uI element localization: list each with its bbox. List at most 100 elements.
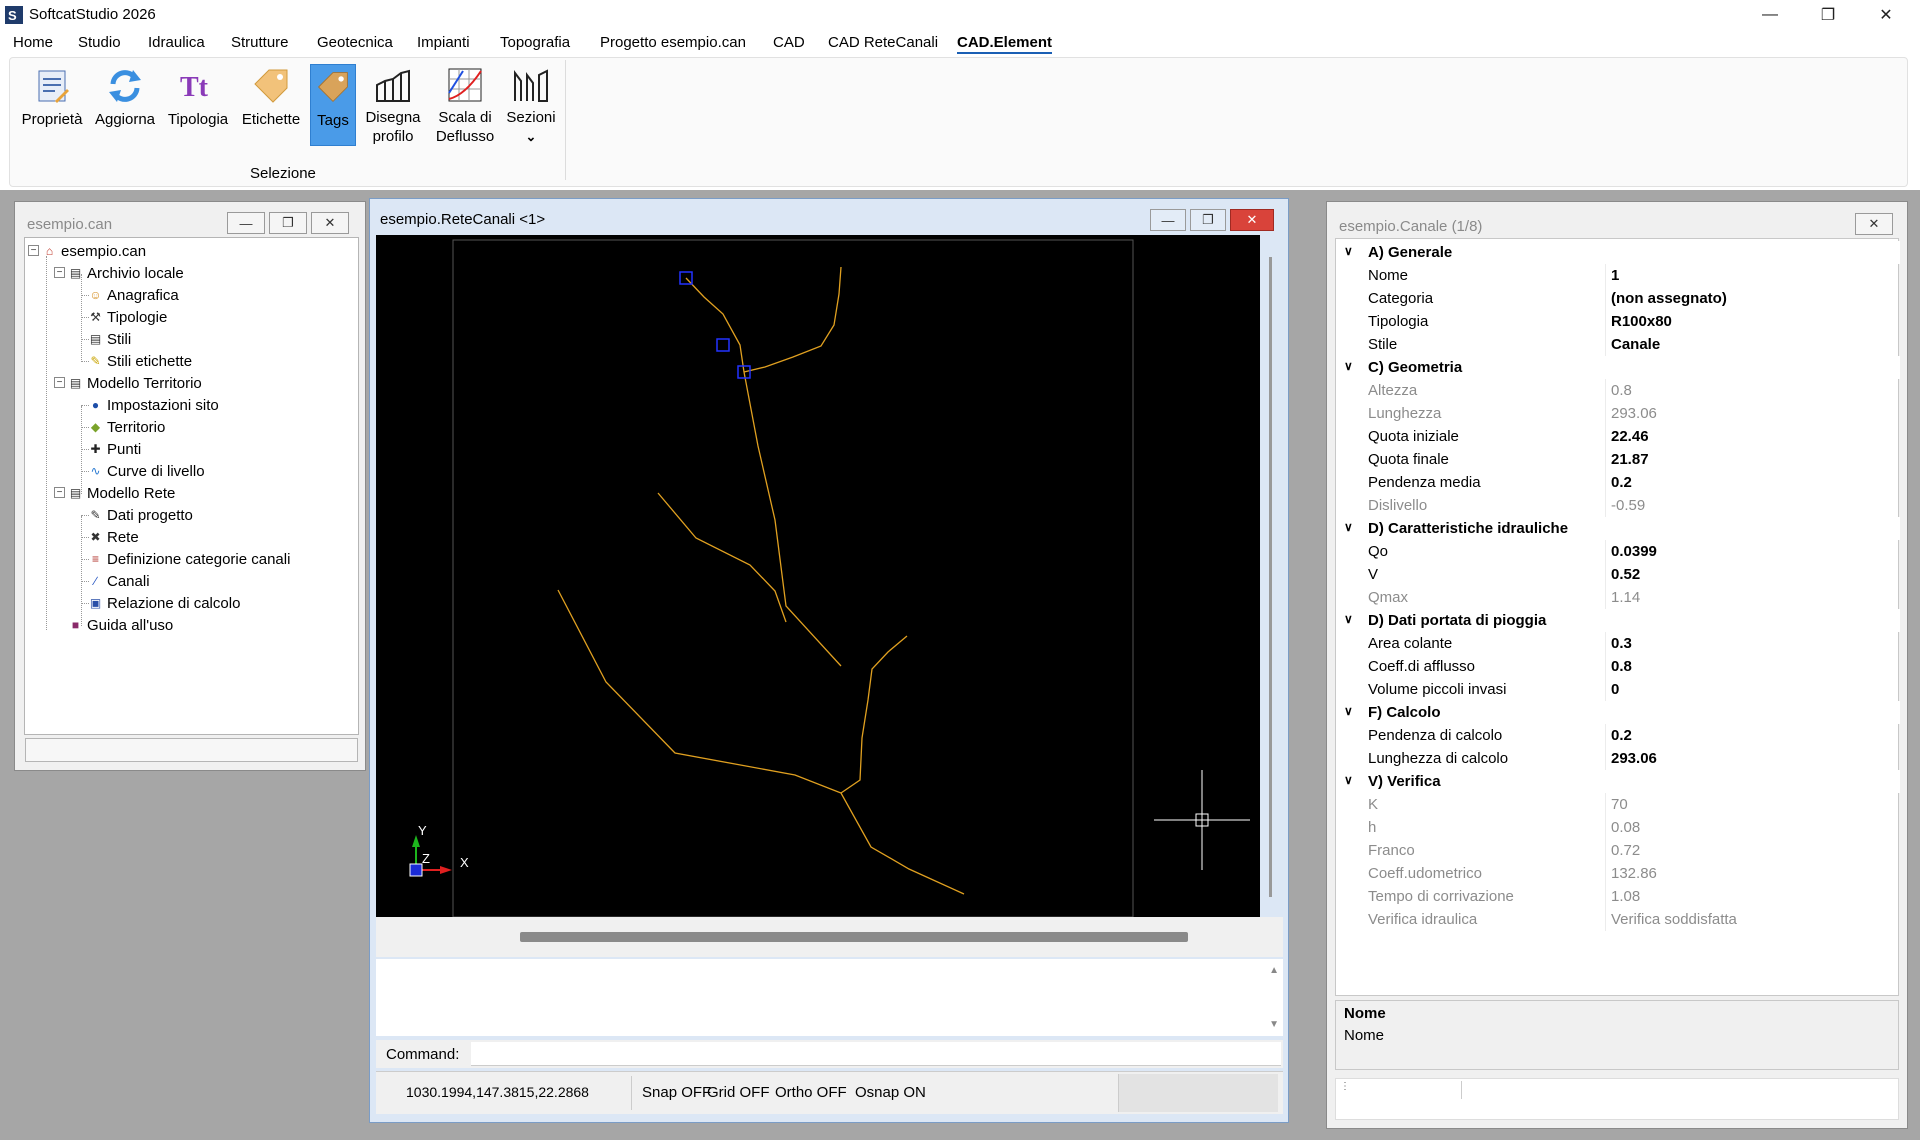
- labels-button[interactable]: Etichette: [238, 64, 304, 146]
- tree-collapse-toggle[interactable]: −: [54, 267, 65, 278]
- close-button[interactable]: ✕: [1230, 209, 1274, 231]
- tree-collapse-toggle[interactable]: −: [28, 245, 39, 256]
- chevron-down-icon[interactable]: ∨: [1344, 359, 1353, 373]
- property-name: Quota iniziale: [1368, 428, 1459, 445]
- property-row[interactable]: Qo 0.0399: [1336, 540, 1900, 563]
- horizontal-scrollbar-thumb[interactable]: [520, 932, 1188, 942]
- draw-profile-button[interactable]: Disegna profilo: [360, 64, 426, 146]
- scroll-up-icon[interactable]: ▲: [1269, 965, 1279, 976]
- property-row[interactable]: Categoria (non assegnato): [1336, 287, 1900, 310]
- snap-toggle[interactable]: Snap OFF: [642, 1084, 711, 1101]
- property-row[interactable]: Nome 1: [1336, 264, 1900, 287]
- property-row[interactable]: Area colante 0.3: [1336, 632, 1900, 655]
- tree-item[interactable]: ∕ Canali: [88, 570, 149, 592]
- properties-button[interactable]: Proprietà: [20, 64, 84, 146]
- scroll-down-icon[interactable]: ▼: [1269, 1019, 1279, 1030]
- vertical-scrollbar[interactable]: [1266, 239, 1276, 919]
- property-row[interactable]: Coeff.udometrico 132.86: [1336, 862, 1900, 885]
- tree-item[interactable]: ∿ Curve di livello: [88, 460, 204, 482]
- restore-button[interactable]: ❐: [1800, 0, 1856, 30]
- property-row[interactable]: Verifica idraulica Verifica soddisfatta: [1336, 908, 1900, 931]
- menu-home[interactable]: Home: [13, 34, 53, 51]
- cad-drawing[interactable]: Y X Z: [376, 235, 1260, 918]
- property-row[interactable]: Pendenza di calcolo 0.2: [1336, 724, 1900, 747]
- command-input[interactable]: [471, 1042, 1281, 1066]
- tree-collapse-toggle[interactable]: −: [54, 487, 65, 498]
- chevron-down-icon[interactable]: ∨: [1344, 244, 1353, 258]
- menu-idraulica[interactable]: Idraulica: [148, 34, 205, 51]
- command-history[interactable]: ▲ ▼: [376, 959, 1283, 1036]
- tree-item[interactable]: ⌂ esempio.can: [42, 240, 146, 262]
- close-icon[interactable]: ✕: [1855, 213, 1893, 235]
- menu-topografia[interactable]: Topografia: [500, 34, 570, 51]
- property-category[interactable]: ∨ D) Caratteristiche idrauliche: [1336, 517, 1900, 540]
- property-row[interactable]: Franco 0.72: [1336, 839, 1900, 862]
- menu-impianti[interactable]: Impianti: [417, 34, 470, 51]
- tree-item[interactable]: ⚒ Tipologie: [88, 306, 167, 328]
- property-row[interactable]: Tempo di corrivazione 1.08: [1336, 885, 1900, 908]
- property-row[interactable]: Lunghezza di calcolo 293.06: [1336, 747, 1900, 770]
- menu-cad-element[interactable]: CAD.Element: [957, 34, 1053, 54]
- refresh-button[interactable]: Aggiorna: [92, 64, 158, 146]
- property-category[interactable]: ∨ A) Generale: [1336, 241, 1900, 264]
- property-row[interactable]: h 0.08: [1336, 816, 1900, 839]
- minimize-button[interactable]: —: [1150, 209, 1186, 231]
- property-row[interactable]: Volume piccoli invasi 0: [1336, 678, 1900, 701]
- osnap-toggle[interactable]: Osnap ON: [855, 1084, 926, 1101]
- typology-button[interactable]: Tt Tipologia: [165, 64, 231, 146]
- property-category[interactable]: ∨ C) Geometria: [1336, 356, 1900, 379]
- tree-item[interactable]: ✎ Dati progetto: [88, 504, 192, 526]
- property-category[interactable]: ∨ V) Verifica: [1336, 770, 1900, 793]
- tree-item[interactable]: ◆ Territorio: [88, 416, 165, 438]
- sections-button[interactable]: Sezioni ⌄: [500, 64, 562, 146]
- menu-cad-retecanali[interactable]: CAD ReteCanali: [828, 34, 938, 51]
- tree-item[interactable]: ▣ Relazione di calcolo: [88, 592, 241, 614]
- tree-item[interactable]: ▤ Modello Territorio: [68, 372, 202, 394]
- tree-item[interactable]: ≡ Definizione categorie canali: [88, 548, 290, 570]
- menu-cad[interactable]: CAD: [773, 34, 805, 51]
- menu-progetto[interactable]: Progetto esempio.can: [600, 34, 746, 51]
- property-row[interactable]: Lunghezza 293.06: [1336, 402, 1900, 425]
- grid-toggle[interactable]: Grid OFF: [707, 1084, 770, 1101]
- property-row[interactable]: V 0.52: [1336, 563, 1900, 586]
- tags-button[interactable]: Tags: [310, 64, 356, 146]
- minimize-button[interactable]: —: [227, 212, 265, 234]
- maximize-button[interactable]: ❐: [269, 212, 307, 234]
- property-row[interactable]: Quota iniziale 22.46: [1336, 425, 1900, 448]
- flow-scale-button[interactable]: Scala di Deflusso: [428, 64, 502, 146]
- minimize-button[interactable]: —: [1742, 0, 1798, 30]
- chevron-down-icon[interactable]: ∨: [1344, 773, 1353, 787]
- property-category[interactable]: ∨ F) Calcolo: [1336, 701, 1900, 724]
- property-row[interactable]: Dislivello -0.59: [1336, 494, 1900, 517]
- chevron-down-icon[interactable]: ∨: [1344, 704, 1353, 718]
- tree-item[interactable]: ☺ Anagrafica: [88, 284, 178, 306]
- cad-canvas[interactable]: Y X Z: [376, 235, 1260, 918]
- chevron-down-icon[interactable]: ∨: [1344, 520, 1353, 534]
- property-row[interactable]: K 70: [1336, 793, 1900, 816]
- tree-item[interactable]: ✚ Punti: [88, 438, 141, 460]
- property-row[interactable]: Tipologia R100x80: [1336, 310, 1900, 333]
- tree-item[interactable]: ● Impostazioni sito: [88, 394, 219, 416]
- property-row[interactable]: Coeff.di afflusso 0.8: [1336, 655, 1900, 678]
- tree-item[interactable]: ▤ Stili: [88, 328, 131, 350]
- menu-strutture[interactable]: Strutture: [231, 34, 289, 51]
- tree-item[interactable]: ■ Guida all'uso: [68, 614, 173, 636]
- ortho-toggle[interactable]: Ortho OFF: [775, 1084, 847, 1101]
- tree-item[interactable]: ▤ Modello Rete: [68, 482, 176, 504]
- property-row[interactable]: Stile Canale: [1336, 333, 1900, 356]
- tree-item[interactable]: ▤ Archivio locale: [68, 262, 184, 284]
- close-button[interactable]: ✕: [1858, 0, 1914, 30]
- chevron-down-icon[interactable]: ∨: [1344, 612, 1353, 626]
- menu-geotecnica[interactable]: Geotecnica: [317, 34, 393, 51]
- close-icon[interactable]: ✕: [311, 212, 349, 234]
- property-row[interactable]: Pendenza media 0.2: [1336, 471, 1900, 494]
- tree-item[interactable]: ✎ Stili etichette: [88, 350, 192, 372]
- tree-item[interactable]: ✖ Rete: [88, 526, 138, 548]
- property-category[interactable]: ∨ D) Dati portata di pioggia: [1336, 609, 1900, 632]
- maximize-button[interactable]: ❐: [1190, 209, 1226, 231]
- tree-collapse-toggle[interactable]: −: [54, 377, 65, 388]
- menu-studio[interactable]: Studio: [78, 34, 121, 51]
- property-row[interactable]: Altezza 0.8: [1336, 379, 1900, 402]
- property-row[interactable]: Qmax 1.14: [1336, 586, 1900, 609]
- property-row[interactable]: Quota finale 21.87: [1336, 448, 1900, 471]
